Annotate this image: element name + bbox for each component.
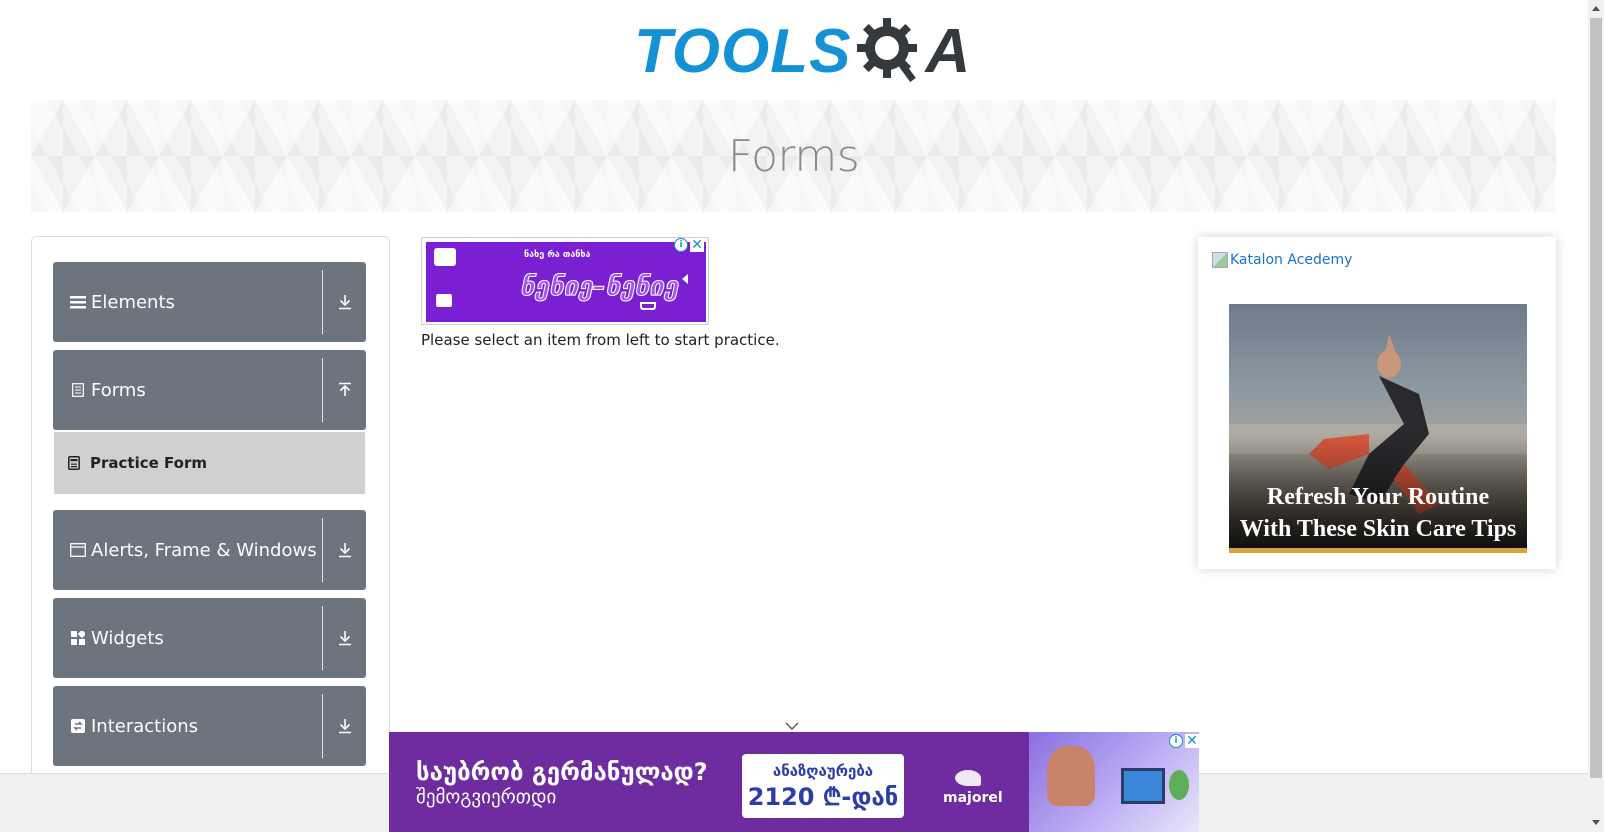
sidebar-group-label: Elements — [91, 291, 175, 313]
document-icon — [69, 381, 87, 399]
ad-salary-label: ანაზღაურება — [772, 762, 874, 780]
logo-tools-text: TOOLS — [634, 17, 852, 86]
page-title: Forms — [727, 130, 860, 182]
page: TOOLS A Forms Elements Forms Practice Fo… — [0, 0, 1604, 832]
sidebar-group-label: Forms — [91, 379, 146, 401]
sidebar-group-elements[interactable]: Elements — [53, 262, 366, 342]
widgets-icon — [69, 629, 87, 647]
ad-creative[interactable]: ნახე რა თანხა ნენიე–ნენიე — [426, 242, 706, 322]
chevron-down-icon[interactable] — [784, 716, 800, 730]
logo-a-text: A — [925, 17, 971, 86]
form-icon — [68, 455, 82, 471]
play-icon — [682, 274, 688, 284]
sidebar-item-practice-form[interactable]: Practice Form — [54, 432, 365, 494]
ad-headline: ნენიე–ნენიე — [519, 272, 679, 303]
sidebar-group-widgets[interactable]: Widgets — [53, 598, 366, 678]
ad-image[interactable]: Refresh Your Routine With These Skin Car… — [1229, 304, 1527, 553]
ad-salary-box[interactable]: ანაზღაურება 2120 ₾-დან — [742, 754, 904, 818]
chevron-up-icon[interactable] — [323, 350, 366, 430]
plant-icon — [1169, 770, 1189, 800]
ad-brand: majorel — [943, 790, 1003, 806]
broken-image-icon — [1212, 252, 1228, 268]
sidebar-group-label: Widgets — [91, 627, 164, 649]
bottom-ad-banner[interactable]: საუბრობ გერმანულად? შემოგვიერთდი ანაზღაუ… — [389, 732, 1199, 832]
ad-headline: საუბრობ გერმანულად? — [416, 758, 708, 786]
practice-instruction: Please select an item from left to start… — [421, 331, 780, 349]
scroll-down-icon[interactable] — [1592, 820, 1600, 825]
image-alt-text: Katalon Acedemy — [1230, 252, 1353, 268]
interactions-icon — [69, 717, 87, 735]
sidebar-group-label: Interactions — [91, 715, 199, 737]
katalon-ad-link[interactable]: Katalon Acedemy — [1212, 252, 1352, 268]
shoe-icon — [640, 302, 656, 310]
ad-caption: Refresh Your Routine With These Skin Car… — [1239, 484, 1517, 542]
ad-logo-icon — [434, 248, 456, 266]
page-banner: Forms — [31, 100, 1556, 212]
accent-bar — [1229, 548, 1527, 553]
sidebar-group-alerts[interactable]: Alerts, Frame & Windows — [53, 510, 366, 590]
top-ad-banner[interactable]: ნახე რა თანხა ნენიე–ნენიე i ✕ — [421, 237, 709, 325]
ad-text: ნახე რა თანხა — [524, 250, 591, 260]
chevron-down-icon[interactable] — [323, 598, 366, 678]
scrollbar-thumb[interactable] — [1590, 18, 1602, 778]
character-icon — [1047, 746, 1095, 806]
gear-icon — [853, 14, 925, 90]
left-panel: Elements Forms Practice Form Alerts, Fra… — [31, 236, 390, 796]
chevron-down-icon[interactable] — [323, 510, 366, 590]
bag-icon — [436, 294, 452, 307]
monitor-icon — [1121, 768, 1165, 804]
ad-salary-value: 2120 ₾-დან — [747, 783, 899, 811]
close-icon[interactable]: ✕ — [690, 238, 704, 252]
right-ad-panel: Katalon Acedemy Refresh Your Routine Wit… — [1198, 237, 1556, 569]
brand-logo-icon — [955, 770, 981, 786]
sidebar-group-interactions[interactable]: Interactions — [53, 686, 366, 766]
adchoices-icon[interactable]: i — [1169, 734, 1183, 748]
page-scrollbar[interactable] — [1588, 0, 1604, 832]
close-icon[interactable]: ✕ — [1185, 734, 1199, 748]
menu-lines-icon — [69, 293, 87, 311]
scroll-up-icon[interactable] — [1592, 6, 1600, 11]
adchoices-icon[interactable]: i — [674, 238, 688, 252]
sidebar-item-label: Practice Form — [90, 454, 207, 472]
chevron-down-icon[interactable] — [323, 262, 366, 342]
sidebar-group-label: Alerts, Frame & Windows — [91, 539, 317, 561]
chevron-down-icon[interactable] — [323, 686, 366, 766]
window-icon — [69, 541, 87, 559]
toolsqa-logo[interactable]: TOOLS A — [634, 14, 970, 90]
sidebar-group-forms[interactable]: Forms — [53, 350, 366, 430]
ad-subline: შემოგვიერთდი — [416, 786, 557, 808]
